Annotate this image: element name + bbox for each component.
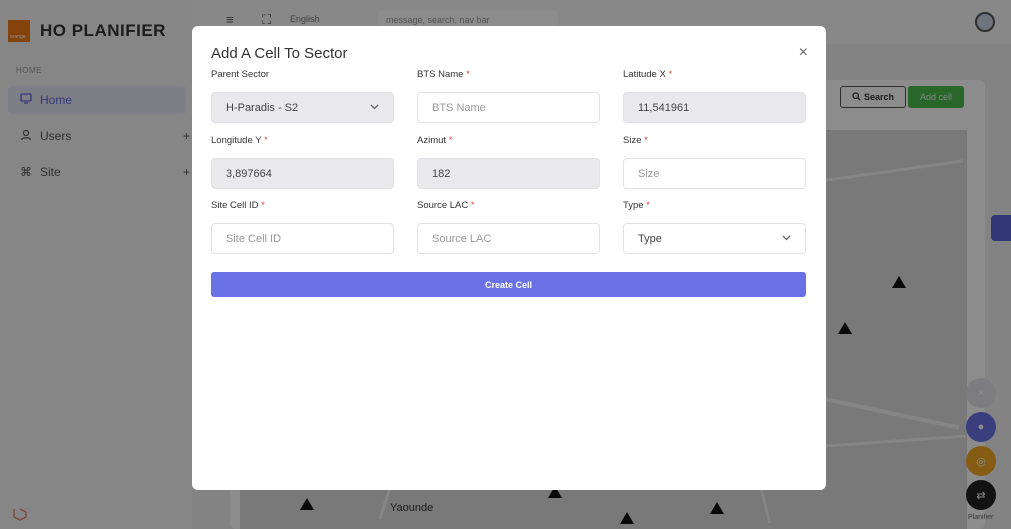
longitude-field: Longitude Y * 3,897664 [211, 135, 394, 189]
close-icon[interactable]: × [799, 44, 808, 62]
parent-sector-value: H-Paradis - S2 [226, 101, 299, 114]
size-field: Size * [623, 135, 806, 189]
longitude-input[interactable]: 3,897664 [211, 158, 394, 189]
azimut-input[interactable]: 182 [417, 158, 600, 189]
parent-sector-label: Parent Sector [211, 69, 270, 80]
chevron-down-icon [370, 102, 379, 113]
type-value: Type [638, 232, 662, 245]
create-cell-button[interactable]: Create Cell [211, 272, 806, 297]
type-select[interactable]: Type [623, 223, 806, 254]
azimut-field: Azimut * 182 [417, 135, 600, 189]
type-label: Type * [623, 200, 650, 211]
source-lac-input[interactable] [417, 223, 600, 254]
latitude-input[interactable]: 11,541961 [623, 92, 806, 123]
latitude-field: Latitude X * 11,541961 [623, 69, 806, 123]
site-cell-id-label: Site Cell ID * [211, 200, 265, 211]
bts-name-label: BTS Name * [417, 69, 470, 80]
modal-title: Add A Cell To Sector [211, 45, 348, 62]
site-cell-id-input[interactable] [211, 223, 394, 254]
site-cell-id-field: Site Cell ID * [211, 200, 394, 254]
parent-sector-select[interactable]: H-Paradis - S2 [211, 92, 394, 123]
source-lac-field: Source LAC * [417, 200, 600, 254]
latitude-label: Latitude X * [623, 69, 673, 80]
azimut-label: Azimut * [417, 135, 453, 146]
size-input[interactable] [623, 158, 806, 189]
size-label: Size * [623, 135, 648, 146]
add-cell-modal: Add A Cell To Sector × Parent Sector H-P… [192, 26, 826, 490]
longitude-label: Longitude Y * [211, 135, 268, 146]
bts-name-input[interactable] [417, 92, 600, 123]
source-lac-label: Source LAC * [417, 200, 475, 211]
bts-name-field: BTS Name * [417, 69, 600, 123]
type-field: Type * Type [623, 200, 806, 254]
chevron-down-icon [782, 233, 791, 244]
parent-sector-field: Parent Sector H-Paradis - S2 [211, 69, 394, 123]
